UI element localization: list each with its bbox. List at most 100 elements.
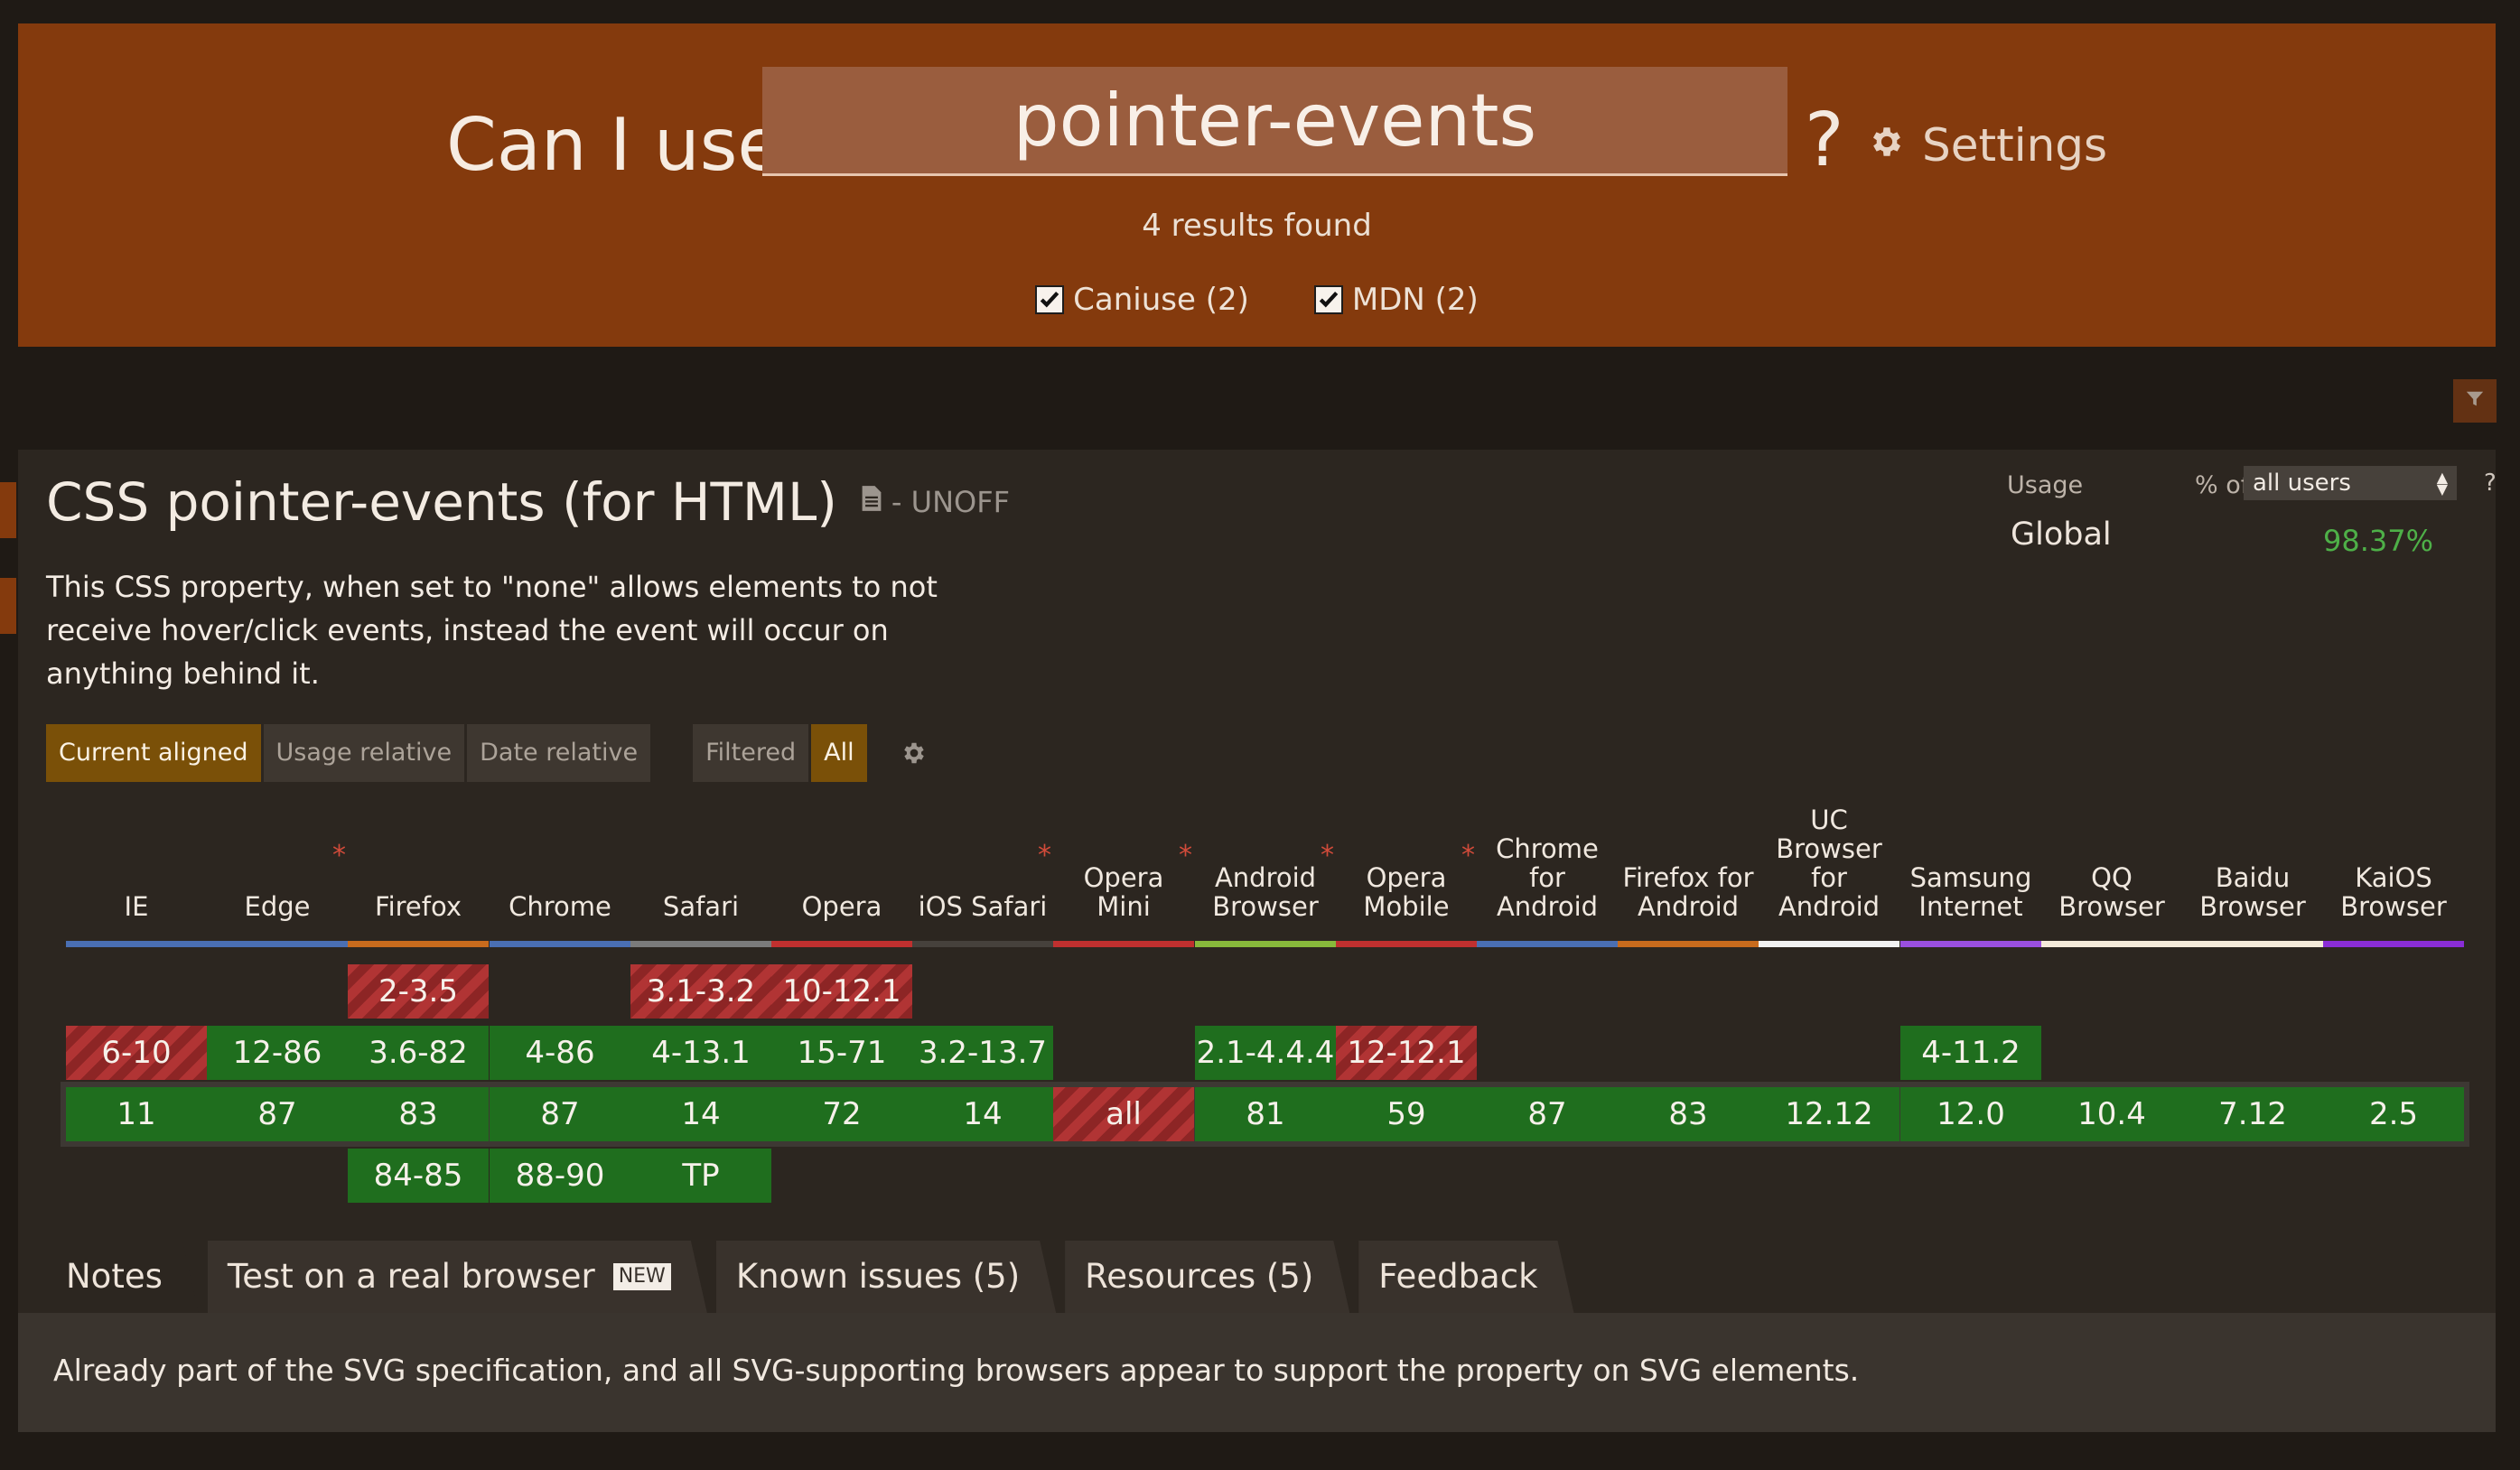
support-cell[interactable]: 87 <box>207 1087 348 1141</box>
browser-header-firefox: Firefox <box>348 802 489 937</box>
global-usage-value: 98.37% <box>2323 524 2434 558</box>
support-cell[interactable]: 12-12.1 <box>1336 1026 1477 1080</box>
browser-color-bar <box>348 941 489 947</box>
support-cell[interactable]: 4-11.2 <box>1900 1026 2041 1080</box>
support-cell[interactable]: 87 <box>490 1087 630 1141</box>
question-mark: ? <box>1805 98 1844 183</box>
support-cell[interactable]: 2.5 <box>2323 1087 2464 1141</box>
asterisk-marker: * <box>332 840 346 871</box>
support-cell[interactable]: 4-86 <box>490 1026 630 1080</box>
browser-name: QQ Browser <box>2058 862 2165 922</box>
browser-name: Edge <box>244 891 311 922</box>
browser-name: Safari <box>662 891 740 922</box>
support-cell[interactable]: 7.12 <box>2182 1087 2323 1141</box>
browser-name: Opera Mobile <box>1363 862 1450 922</box>
browser-header-ios-safari: iOS Safari * <box>912 802 1053 937</box>
browser-color-bar <box>1618 941 1759 947</box>
support-cell[interactable]: 6-10 <box>66 1026 207 1080</box>
caniuse-filter[interactable]: Caniuse (2) <box>1035 282 1249 318</box>
usage-relative-toggle[interactable]: Usage relative <box>263 724 465 782</box>
mdn-filter-label: MDN (2) <box>1351 282 1479 318</box>
settings-label: Settings <box>1922 119 2108 172</box>
support-cell[interactable]: 10-12.1 <box>771 964 912 1019</box>
browser-color-bar <box>771 941 912 947</box>
support-cell[interactable]: 15-71 <box>771 1026 912 1080</box>
browser-name: Samsung Internet <box>1909 862 2032 922</box>
browser-color-bar <box>1195 941 1336 947</box>
date-relative-toggle[interactable]: Date relative <box>467 724 651 782</box>
support-table: IE Edge * Firefox Chrome Safari Opera iOS Safar… <box>61 802 2472 1203</box>
support-cell[interactable]: TP <box>630 1149 771 1203</box>
support-cell[interactable]: 88-90 <box>490 1149 630 1203</box>
support-cell[interactable]: 14 <box>912 1087 1053 1141</box>
side-tab-star[interactable] <box>0 578 16 634</box>
tab-known-issues[interactable]: Known issues (5) <box>716 1241 1056 1313</box>
support-cell[interactable]: 3.2-13.7 <box>912 1026 1053 1080</box>
support-cell[interactable]: 12.0 <box>1900 1087 2041 1141</box>
browser-name: Chrome <box>509 891 611 922</box>
support-cell[interactable]: 59 <box>1336 1087 1477 1141</box>
search-box[interactable] <box>762 67 1787 176</box>
support-cell[interactable]: 83 <box>348 1087 489 1141</box>
browser-header-chrome: Chrome <box>490 802 630 937</box>
usage-scope-select[interactable]: all users ▲ ▼ <box>2244 466 2457 500</box>
support-cell[interactable]: 72 <box>771 1087 912 1141</box>
support-cell[interactable]: 2.1-4.4.4 <box>1195 1026 1336 1080</box>
browser-header-firefox-for-android: Firefox for Android <box>1618 802 1759 937</box>
support-cell[interactable]: 2-3.5 <box>348 964 489 1019</box>
support-cell[interactable]: 3.6-82 <box>348 1026 489 1080</box>
browser-header-edge: Edge * <box>207 802 348 937</box>
filtered-toggle[interactable]: Filtered <box>693 724 809 782</box>
browser-name: KaiOS Browser <box>2340 862 2447 922</box>
support-cell[interactable]: 83 <box>1618 1087 1759 1141</box>
browser-header-kaios-browser: KaiOS Browser <box>2323 802 2464 937</box>
checkbox-icon[interactable] <box>1035 285 1065 314</box>
support-cell[interactable]: 87 <box>1477 1087 1618 1141</box>
support-cell[interactable]: 14 <box>630 1087 771 1141</box>
browser-name: Opera Mini <box>1083 862 1164 922</box>
all-toggle[interactable]: All <box>811 724 867 782</box>
spec-status[interactable]: - UNOFF <box>861 485 1010 519</box>
side-tab-share[interactable] <box>0 482 16 538</box>
support-cell[interactable]: 81 <box>1195 1087 1336 1141</box>
browser-color-bar <box>2323 941 2464 947</box>
search-header: Can I use ? Settings 4 results found Can… <box>18 23 2496 347</box>
filter-button[interactable] <box>2453 379 2497 423</box>
browser-name: Firefox for Android <box>1622 862 1754 922</box>
tab-notes[interactable]: Notes <box>46 1241 199 1313</box>
browser-header-qq-browser: QQ Browser <box>2041 802 2182 937</box>
gear-icon[interactable] <box>901 740 928 767</box>
support-cell[interactable]: 3.1-3.2 <box>630 964 771 1019</box>
tab-notes-label: Notes <box>66 1257 163 1296</box>
browser-header-ie: IE <box>66 802 207 937</box>
site-title: Can I use <box>446 103 782 187</box>
caniuse-filter-label: Caniuse (2) <box>1073 282 1249 318</box>
percent-of-label: % of <box>2195 471 2250 499</box>
checkbox-icon[interactable] <box>1313 285 1343 314</box>
current-aligned-toggle[interactable]: Current aligned <box>46 724 261 782</box>
browser-color-bar <box>1336 941 1477 947</box>
settings-button[interactable]: Settings <box>1868 96 2107 195</box>
search-input[interactable] <box>762 67 1787 173</box>
support-cell[interactable]: all <box>1053 1087 1194 1141</box>
browser-name: UC Browser for Android <box>1776 805 1882 922</box>
browser-header-chrome-for-android: Chrome for Android <box>1477 802 1618 937</box>
support-cell[interactable]: 12-86 <box>207 1026 348 1080</box>
view-controls: Current aligned Usage relative Date rela… <box>46 724 928 782</box>
mdn-filter[interactable]: MDN (2) <box>1313 282 1479 318</box>
tab-resources[interactable]: Resources (5) <box>1065 1241 1349 1313</box>
support-cell[interactable]: 84-85 <box>348 1149 489 1203</box>
source-filters: Caniuse (2) MDN (2) <box>18 282 2496 318</box>
browser-name: iOS Safari <box>918 891 1048 922</box>
usage-help[interactable]: ? <box>2484 470 2497 497</box>
tab-test-real-browser[interactable]: Test on a real browser NEW <box>208 1241 707 1313</box>
new-badge: NEW <box>613 1263 671 1290</box>
tab-feedback[interactable]: Feedback <box>1358 1241 1573 1313</box>
support-cell[interactable]: 10.4 <box>2041 1087 2182 1141</box>
browser-name: Android Browser <box>1212 862 1319 922</box>
browser-name: IE <box>124 891 149 922</box>
support-cell[interactable]: 12.12 <box>1759 1087 1899 1141</box>
support-cell[interactable]: 11 <box>66 1087 207 1141</box>
browser-name: Baidu Browser <box>2199 862 2306 922</box>
support-cell[interactable]: 4-13.1 <box>630 1026 771 1080</box>
